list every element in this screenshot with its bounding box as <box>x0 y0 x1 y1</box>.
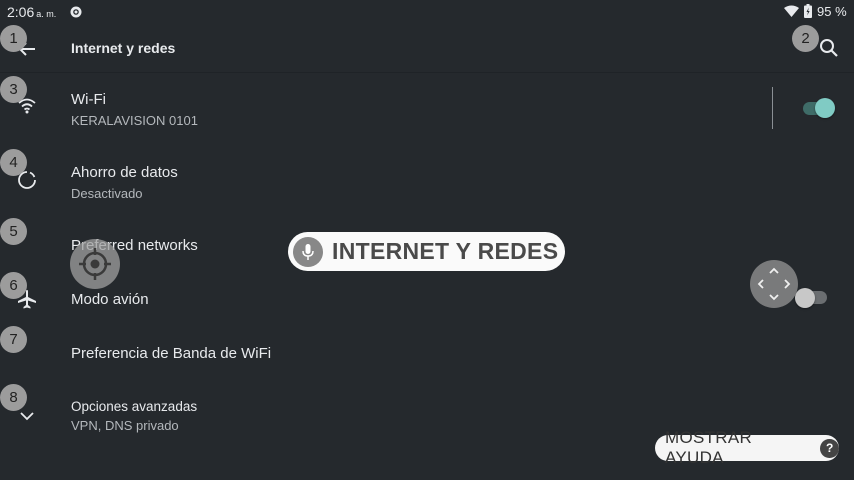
number-badge-6: 6 <box>0 272 27 299</box>
row-title-airplane-mode: Modo avión <box>71 291 149 308</box>
settings-row-wifi[interactable]: Wi-Fi KERALAVISION 0101 <box>0 78 854 140</box>
clock-time: 2:06 <box>7 4 35 20</box>
row-title-advanced: Opciones avanzadas <box>71 399 198 414</box>
wifi-toggle[interactable] <box>803 98 837 120</box>
status-clock: 2:06 a. m. <box>7 4 56 20</box>
crosshair-icon <box>79 248 111 280</box>
show-help-label: MOSTRAR AYUDA <box>665 428 753 467</box>
notification-icon <box>70 6 82 18</box>
wifi-toggle-thumb <box>815 98 835 118</box>
settings-row-data-saver[interactable]: Ahorro de datos Desactivado <box>0 151 854 213</box>
voice-command-banner: INTERNET Y REDES <box>288 232 565 271</box>
airplane-mode-toggle[interactable] <box>795 287 829 309</box>
search-icon[interactable] <box>818 37 840 59</box>
toolbar-divider <box>0 72 854 73</box>
page-title: Internet y redes <box>71 40 176 56</box>
chevron-down-icon <box>20 412 34 421</box>
number-badge-4: 4 <box>0 149 27 176</box>
row-subtitle-advanced: VPN, DNS privado <box>71 418 179 433</box>
battery-percentage: 95 % <box>817 4 847 19</box>
number-badge-8: 8 <box>0 384 27 411</box>
airplane-toggle-thumb <box>795 288 815 308</box>
dpad-button[interactable] <box>750 260 798 308</box>
show-help-button[interactable]: MOSTRAR AYUDA ? <box>655 428 839 467</box>
number-badge-5: 5 <box>0 218 27 245</box>
row-subtitle-data-saver: Desactivado <box>71 186 143 201</box>
voice-command-text: INTERNET Y REDES <box>332 238 559 264</box>
settings-row-wifi-band[interactable]: Preferencia de Banda de WiFi <box>0 332 854 376</box>
crosshair-button[interactable] <box>70 239 120 289</box>
clock-ampm: a. m. <box>36 9 57 19</box>
row-title-data-saver: Ahorro de datos <box>71 164 178 181</box>
dpad-arrows-icon <box>757 267 791 301</box>
number-badge-1: 1 <box>0 25 27 52</box>
row-title-wifi: Wi-Fi <box>71 91 106 108</box>
status-bar: 2:06 a. m. 95 % <box>0 0 854 24</box>
microphone-icon <box>293 236 323 267</box>
settings-row-airplane-mode[interactable]: Modo avión <box>0 278 854 322</box>
help-question-icon: ? <box>820 438 839 458</box>
row-subtitle-wifi: KERALAVISION 0101 <box>71 113 198 128</box>
wifi-signal-icon <box>784 5 799 17</box>
battery-icon <box>804 4 812 18</box>
wifi-divider <box>772 87 773 129</box>
number-badge-2: 2 <box>792 25 819 52</box>
row-title-wifi-band: Preferencia de Banda de WiFi <box>71 345 272 362</box>
number-badge-7: 7 <box>0 326 27 353</box>
number-badge-3: 3 <box>0 76 27 103</box>
